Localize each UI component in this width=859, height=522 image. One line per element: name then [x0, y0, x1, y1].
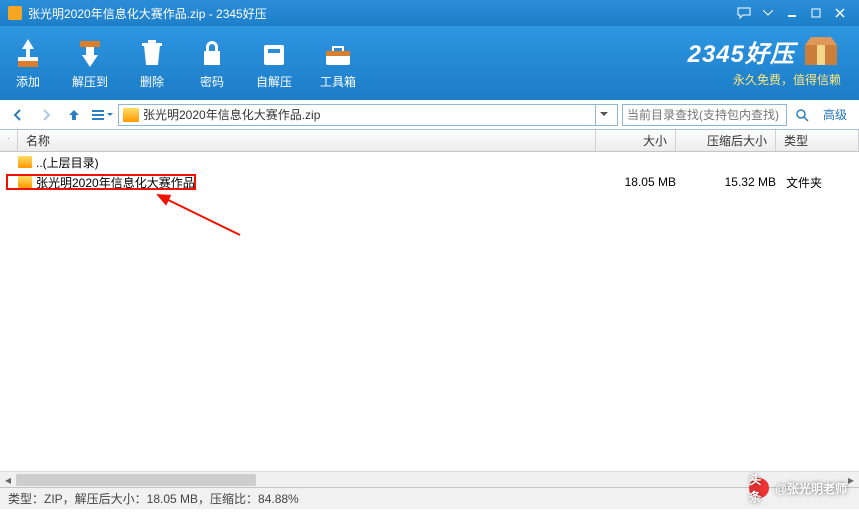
- sfx-icon: [258, 37, 290, 69]
- col-sort[interactable]: [0, 130, 18, 151]
- add-icon: [12, 37, 44, 69]
- col-name[interactable]: 名称: [18, 130, 596, 151]
- sfx-button[interactable]: 自解压: [256, 37, 292, 90]
- up-button[interactable]: [62, 104, 86, 126]
- search-icon[interactable]: [791, 104, 813, 126]
- nav-bar: 张光明2020年信息化大赛作品.zip 高级: [0, 100, 859, 130]
- view-button[interactable]: [90, 104, 114, 126]
- list-item[interactable]: 张光明2020年信息化大赛作品 18.05 MB 15.32 MB 文件夹: [0, 172, 859, 192]
- add-button[interactable]: 添加: [12, 37, 44, 90]
- path-dropdown[interactable]: [595, 104, 613, 126]
- archive-icon: [123, 108, 139, 122]
- brand-logo: 2345好压 永久免费，值得信赖: [688, 34, 841, 88]
- box-icon: [801, 35, 841, 69]
- status-bar: 类型：ZIP，解压后大小：18.05 MB，压缩比：84.88%: [0, 487, 859, 509]
- advanced-button[interactable]: 高级: [817, 106, 853, 123]
- annotation-arrow: [150, 190, 250, 240]
- watermark: 头条 @张光明老师: [749, 478, 847, 498]
- col-size[interactable]: 大小: [596, 130, 676, 151]
- extract-icon: [74, 37, 106, 69]
- close-button[interactable]: [829, 5, 851, 21]
- status-text: 类型：ZIP，解压后大小：18.05 MB，压缩比：84.88%: [8, 490, 299, 507]
- col-packed[interactable]: 压缩后大小: [676, 130, 776, 151]
- scroll-thumb[interactable]: [16, 474, 256, 486]
- search-input[interactable]: [622, 104, 787, 126]
- watermark-icon: 头条: [749, 478, 769, 498]
- folder-icon: [18, 156, 32, 168]
- tools-button[interactable]: 工具箱: [320, 37, 356, 90]
- back-button[interactable]: [6, 104, 30, 126]
- minimize-button[interactable]: [781, 5, 803, 21]
- path-input[interactable]: 张光明2020年信息化大赛作品.zip: [118, 104, 618, 126]
- lock-icon: [196, 37, 228, 69]
- toolbox-icon: [322, 37, 354, 69]
- list-item-parent[interactable]: ..(上层目录): [0, 152, 859, 172]
- col-type[interactable]: 类型: [776, 130, 859, 151]
- file-list: ..(上层目录) 张光明2020年信息化大赛作品 18.05 MB 15.32 …: [0, 152, 859, 487]
- scroll-left-button[interactable]: ◂: [0, 472, 16, 487]
- horizontal-scrollbar[interactable]: ◂ ▸: [0, 471, 859, 487]
- column-header: 名称 大小 压缩后大小 类型: [0, 130, 859, 152]
- dropdown-icon[interactable]: [757, 5, 779, 21]
- maximize-button[interactable]: [805, 5, 827, 21]
- password-button[interactable]: 密码: [196, 37, 228, 90]
- main-toolbar: 添加 解压到 删除 密码 自解压 工具箱 2345好压 永久免费，值得信赖: [0, 26, 859, 100]
- delete-button[interactable]: 删除: [136, 37, 168, 90]
- app-icon: [8, 6, 22, 20]
- trash-icon: [136, 37, 168, 69]
- forward-button[interactable]: [34, 104, 58, 126]
- extract-button[interactable]: 解压到: [72, 37, 108, 90]
- titlebar: 张光明2020年信息化大赛作品.zip - 2345好压: [0, 0, 859, 26]
- folder-icon: [18, 176, 32, 188]
- window-title: 张光明2020年信息化大赛作品.zip - 2345好压: [28, 5, 731, 22]
- chat-icon[interactable]: [733, 5, 755, 21]
